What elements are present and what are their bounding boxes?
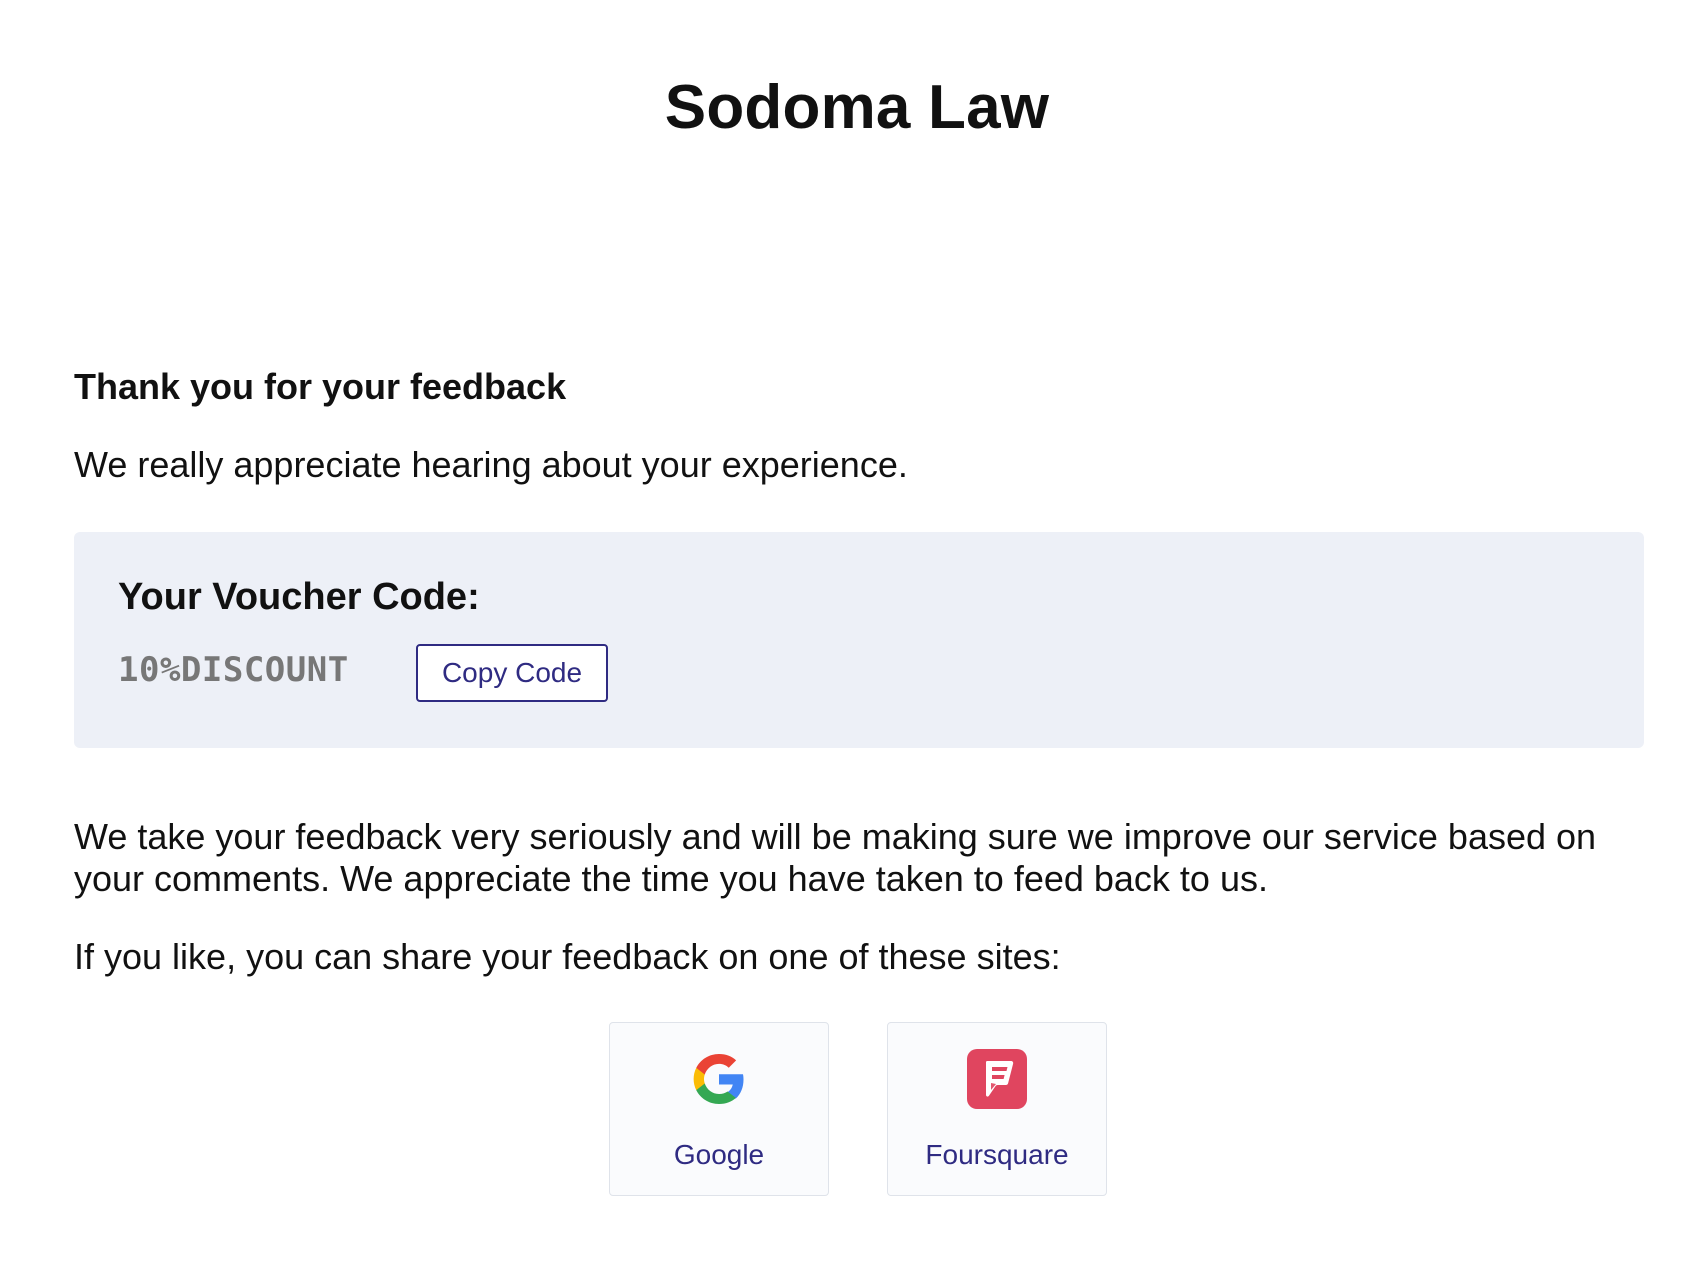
- voucher-code: 10%DISCOUNT: [118, 650, 349, 690]
- thank-you-heading: Thank you for your feedback: [74, 366, 567, 407]
- google-label: Google: [673, 1139, 765, 1170]
- copy-code-button[interactable]: Copy Code: [416, 644, 608, 702]
- voucher-panel: Your Voucher Code: 10%DISCOUNT Copy Code: [74, 532, 1644, 748]
- brand-title: Sodoma Law: [664, 73, 1050, 142]
- google-icon: [693, 1054, 744, 1104]
- share-prompt: If you like, you can share your feedback…: [74, 936, 1061, 977]
- page: Sodoma Law Thank you for your feedback W…: [0, 0, 1704, 1274]
- thank-you-message: We really appreciate hearing about your …: [74, 444, 908, 485]
- foursquare-label: Foursquare: [925, 1139, 1069, 1170]
- voucher-title: Your Voucher Code:: [118, 576, 480, 618]
- share-sites: Google Foursquare: [74, 1022, 1644, 1198]
- foursquare-icon: [967, 1049, 1027, 1109]
- foursquare-share-button[interactable]: Foursquare: [887, 1022, 1107, 1196]
- google-share-button[interactable]: Google: [609, 1022, 829, 1196]
- feedback-paragraph: We take your feedback very seriously and…: [74, 816, 1597, 899]
